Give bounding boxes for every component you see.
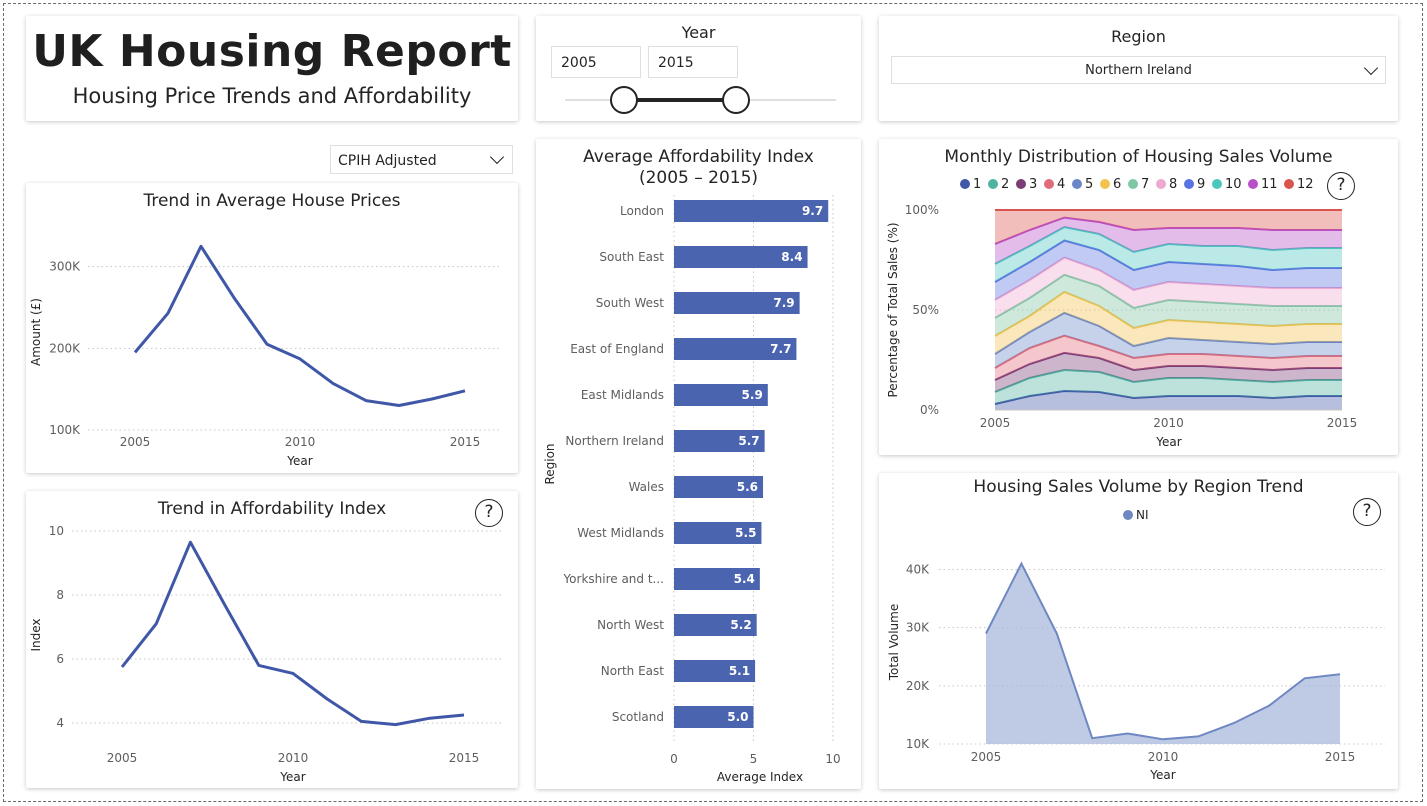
data-label: 7.7 [770, 342, 791, 356]
region-dropdown[interactable]: Northern Ireland [891, 56, 1386, 84]
series-line [133, 244, 466, 407]
affordability-line-chart: 4 6 8 10 2005 2010 2015 Year Index [29, 524, 504, 784]
x-tick-label: 2015 [1325, 750, 1356, 764]
year-slider-end-handle[interactable] [722, 86, 750, 114]
x-axis-label: Year [279, 770, 305, 784]
year-start-input[interactable]: 2005 [551, 46, 641, 78]
x-tick-label: 2005 [971, 750, 1002, 764]
y-tick-label: 300K [49, 260, 81, 274]
series-line [120, 540, 465, 727]
category-label: East Midlands [581, 388, 664, 402]
region-slicer-card: Region Northern Ireland [879, 16, 1398, 121]
y-tick-label: 30K [906, 621, 930, 635]
adjustment-dropdown[interactable]: CPIH Adjusted [330, 145, 513, 174]
adjustment-dropdown-value: CPIH Adjusted [338, 153, 437, 169]
data-label: 5.4 [734, 572, 755, 586]
y-axis-label: Region [543, 443, 557, 484]
y-tick-label: 20K [906, 679, 930, 693]
x-tick-label: 2010 [1153, 416, 1184, 430]
category-label: Yorkshire and t... [562, 572, 664, 586]
year-end-input[interactable]: 2015 [648, 46, 738, 78]
x-tick-label: 10 [825, 752, 840, 766]
year-slicer-card: Year 2005 2015 [536, 16, 861, 121]
category-label: North West [597, 618, 664, 632]
x-tick-label: 2005 [107, 751, 138, 765]
sales-volume-card: Housing Sales Volume by Region Trend NI … [879, 473, 1398, 789]
y-tick-label: 100% [905, 203, 939, 217]
sales-volume-area-chart: 10K 20K 30K 40K 2005 2010 2015 Year Total Volume [887, 561, 1385, 782]
house-price-chart-card: Trend in Average House Prices 100K 200K 30… [26, 183, 518, 473]
y-tick-label: 4 [56, 716, 64, 730]
category-label: East of England [570, 342, 664, 356]
x-axis-label: Year [286, 454, 312, 468]
y-tick-label: 8 [56, 588, 64, 602]
data-label: 5.2 [730, 618, 751, 632]
monthly-stacked-area-chart: 0% 50% 100% 2005 2010 2015 Year Percentage of T… [886, 203, 1358, 449]
x-tick-label: 2015 [449, 751, 480, 765]
category-label: South West [596, 296, 664, 310]
x-tick-label: 0 [670, 752, 678, 766]
x-tick-label: 2010 [278, 751, 309, 765]
year-slider-start-handle[interactable] [610, 86, 638, 114]
category-label: Northern Ireland [565, 434, 664, 448]
x-axis-label: Average Index [717, 770, 803, 784]
data-label: 5.7 [738, 434, 759, 448]
data-label: 7.9 [773, 296, 794, 310]
x-axis-label: Year [1149, 768, 1175, 782]
x-tick-label: 2015 [450, 435, 481, 449]
category-label: London [620, 204, 664, 218]
category-label: North East [601, 664, 665, 678]
year-slicer-label: Year [681, 23, 716, 42]
monthly-distribution-card: Monthly Distribution of Housing Sales Vo… [879, 139, 1398, 455]
x-tick-label: 2005 [120, 435, 151, 449]
region-dropdown-value: Northern Ireland [1085, 63, 1192, 78]
affordability-trend-card: Trend in Affordability Index ? 4 6 8 10 2005… [26, 491, 518, 788]
header-card: UK Housing Report Housing Price Trends a… [26, 16, 518, 121]
data-label: 5.5 [735, 526, 756, 540]
data-label: 5.0 [727, 710, 748, 724]
y-tick-label: 40K [906, 562, 930, 576]
data-label: 8.4 [781, 250, 802, 264]
data-label: 5.1 [729, 664, 750, 678]
data-label: 9.7 [802, 204, 823, 218]
category-label: Scotland [612, 710, 664, 724]
x-tick-label: 2010 [285, 435, 316, 449]
y-tick-label: 0% [920, 403, 939, 417]
affordability-region-card: Average Affordability Index (2005 – 2015… [536, 139, 861, 789]
y-tick-label: 50% [912, 303, 939, 317]
data-label: 5.6 [737, 480, 758, 494]
x-tick-label: 2005 [980, 416, 1011, 430]
region-slicer-label: Region [1111, 27, 1166, 46]
year-slider-selected-range [624, 98, 736, 102]
affordability-bar-chart: 0 5 10 London 9.7 South East 8.4 South West 7.9 E… [543, 195, 841, 784]
y-axis-label: Index [29, 618, 43, 651]
data-label: 5.9 [742, 388, 763, 402]
category-label: Wales [629, 480, 664, 494]
y-axis-label: Total Volume [887, 604, 901, 681]
report-title: UK Housing Report [32, 26, 512, 77]
y-axis-label: Percentage of Total Sales (%) [886, 222, 900, 397]
category-label: South East [599, 250, 664, 264]
y-tick-label: 10K [906, 737, 930, 751]
y-tick-label: 100K [49, 423, 81, 437]
y-tick-label: 6 [56, 652, 64, 666]
y-tick-label: 10 [49, 524, 64, 538]
house-price-line-chart: 100K 200K 300K 2005 2010 2015 Year Amount (£) [29, 244, 502, 468]
x-tick-label: 2010 [1148, 750, 1179, 764]
y-tick-label: 200K [49, 341, 81, 355]
x-tick-label: 2015 [1327, 416, 1358, 430]
x-tick-label: 5 [750, 752, 758, 766]
y-axis-label: Amount (£) [29, 298, 43, 366]
x-axis-label: Year [1155, 435, 1181, 449]
report-subtitle: Housing Price Trends and Affordability [72, 84, 472, 108]
chevron-down-icon [489, 149, 505, 165]
category-label: West Midlands [577, 526, 664, 540]
area-fill [986, 563, 1340, 744]
